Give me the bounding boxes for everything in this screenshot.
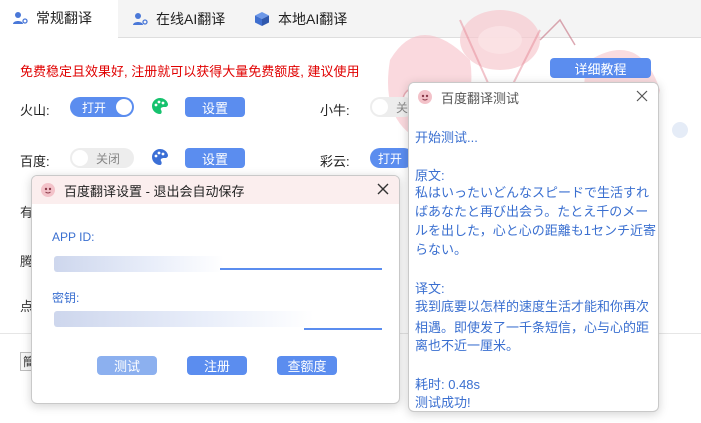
dialog-titlebar: 百度翻译测试 [409,83,658,111]
log-line: ルを出した，心と心の距離も1センチ近寄 [415,223,656,238]
engine-label-baidu: 百度: [20,154,50,169]
cube-icon [255,12,269,26]
huoshan-settings-button[interactable]: 设置 [185,97,245,117]
baidu-settings-button[interactable]: 设置 [185,148,245,168]
engine-label-xiaoniu: 小牛: [320,103,350,118]
palette-icon[interactable] [151,97,169,115]
log-line: らない。 [415,242,468,257]
tab-label: 在线AI翻译 [156,11,226,27]
user-gear-icon [13,12,28,24]
toggle-knob [372,99,388,115]
key-underline [304,328,382,330]
palette-icon[interactable] [151,148,169,166]
app-id-label: APP ID: [52,230,95,244]
baidu-toggle[interactable]: 关闭 [70,148,134,168]
dialog-title: 百度翻译测试 [441,90,520,106]
engine-label-huoshan: 火山: [20,103,50,118]
log-line: 私はいったいどんなスピードで生活すれ [415,185,650,200]
tab-bar: 常规翻译 在线AI翻译 本地AI翻译 [0,0,701,38]
tab-online-ai-translate[interactable]: 在线AI翻译 [122,0,244,38]
register-button[interactable]: 注册 [187,356,247,375]
tab-local-ai-translate[interactable]: 本地AI翻译 [244,0,366,38]
key-label: 密钥: [52,291,80,305]
log-line: 我到底要以怎样的速度生活才能和你再次 [415,299,650,314]
dialog-title: 百度翻译设置 - 退出会自动保存 [64,183,245,199]
user-gear-icon [133,13,148,25]
close-icon[interactable] [634,88,650,104]
toggle-label: 打开 [378,151,403,166]
promo-text: 免费稳定且效果好, 注册就可以获得大量免费额度, 建议使用 [20,64,360,79]
toggle-knob [72,150,88,166]
log-line: 译文: [415,281,445,296]
tab-general-translate[interactable]: 常规翻译 [0,0,118,38]
log-line: 耗时: 0.48s [415,377,481,392]
baidu-test-dialog: 百度翻译测试 开始测试... 原文: 私はいったいどんなスピードで生活すれ ばあ… [408,82,659,412]
tutorial-button[interactable]: 详细教程 [550,58,651,78]
toggle-label: 关 [396,100,409,115]
log-line: 测试成功! [415,395,471,410]
log-line: 开始测试... [415,130,478,145]
huoshan-toggle[interactable]: 打开 [70,97,134,117]
toggle-knob [116,99,132,115]
app-id-input[interactable] [52,250,382,270]
test-button[interactable]: 测试 [97,356,157,375]
log-line: ばあなたと再び出会う。たとえ千のメー [415,204,649,219]
app-logo-icon [41,183,55,197]
tab-label: 本地AI翻译 [278,11,348,27]
close-icon[interactable] [375,181,391,197]
app-logo-icon [418,90,432,104]
engine-label-caiyun: 彩云: [320,154,350,169]
log-line: 相遇。即使发了一千条短信，心与心的距 [415,320,650,335]
tab-label: 常规翻译 [36,10,92,26]
log-line: 离也不近一厘米。 [415,338,520,353]
dialog-titlebar: 百度翻译设置 - 退出会自动保存 [32,176,399,204]
toggle-label: 关闭 [96,151,121,166]
baidu-settings-dialog: 百度翻译设置 - 退出会自动保存 APP ID: 密钥: 测试 注册 查额度 [31,175,400,404]
key-input[interactable] [52,308,382,328]
check-quota-button[interactable]: 查额度 [277,356,337,375]
toggle-label: 打开 [82,100,107,115]
